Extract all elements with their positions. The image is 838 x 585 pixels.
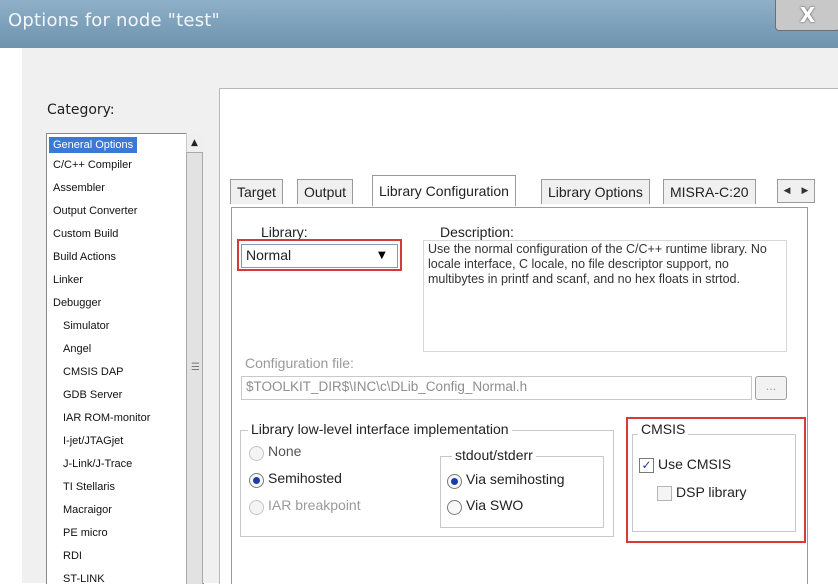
category-item-ti-stellaris[interactable]: TI Stellaris	[63, 481, 115, 493]
category-item-debugger[interactable]: Debugger	[53, 297, 101, 309]
category-label: Category:	[47, 102, 115, 118]
category-item-i-jet[interactable]: I-jet/JTAGjet	[63, 435, 123, 447]
stdout-group-title: stdout/stderr	[452, 447, 536, 463]
tab-misra-c[interactable]: MISRA-C:20	[663, 179, 756, 204]
config-file-field[interactable]: $TOOLKIT_DIR$\INC\c\DLib_Config_Normal.h	[241, 376, 752, 400]
window-title: Options for node "test"	[8, 10, 221, 31]
description-label: Description:	[440, 224, 514, 240]
radio-via-semihosting[interactable]	[447, 474, 462, 489]
category-item-angel[interactable]: Angel	[63, 343, 91, 355]
description-box: Use the normal configuration of the C/C+…	[423, 240, 787, 352]
tab-output[interactable]: Output	[297, 179, 354, 204]
category-item-j-link[interactable]: J-Link/J-Trace	[63, 458, 132, 470]
scroll-up-arrow-icon[interactable]: ▲	[186, 135, 203, 151]
tab-target[interactable]: Target	[230, 179, 283, 204]
radio-none[interactable]	[249, 446, 264, 461]
radio-semihosted-label: Semihosted	[268, 470, 342, 486]
category-item-iar-rom-monitor[interactable]: IAR ROM-monitor	[63, 412, 150, 424]
radio-via-semihosting-label: Via semihosting	[466, 471, 565, 487]
category-item-general-options[interactable]: General Options	[49, 137, 138, 153]
low-level-group-title: Library low-level interface implementati…	[248, 421, 512, 437]
category-list[interactable]: General Options C/C++ Compiler Assembler…	[46, 133, 204, 585]
category-item-linker[interactable]: Linker	[53, 274, 83, 286]
radio-semihosted[interactable]	[249, 473, 264, 488]
category-item-build-actions[interactable]: Build Actions	[53, 251, 116, 263]
category-item-st-link[interactable]: ST-LINK	[63, 573, 105, 585]
close-button[interactable]: X	[775, 0, 838, 31]
category-item-cmsis-dap[interactable]: CMSIS DAP	[63, 366, 124, 378]
radio-iar-breakpoint[interactable]	[249, 500, 264, 515]
config-file-label: Configuration file:	[245, 355, 354, 371]
library-label: Library:	[261, 224, 308, 240]
category-item-c-compiler[interactable]: C/C++ Compiler	[53, 159, 132, 171]
browse-button[interactable]: ...	[755, 376, 787, 400]
category-item-rdi[interactable]: RDI	[63, 550, 82, 562]
description-text: Use the normal configuration of the C/C+…	[428, 242, 767, 286]
category-item-gdb-server[interactable]: GDB Server	[63, 389, 122, 401]
scroll-grip-icon: ☰	[191, 362, 200, 373]
config-file-value: $TOOLKIT_DIR$\INC\c\DLib_Config_Normal.h	[246, 379, 528, 394]
radio-none-label: None	[268, 443, 302, 459]
tab-library-configuration[interactable]: Library Configuration	[372, 175, 516, 206]
stdout-group	[440, 456, 604, 528]
tab-library-options[interactable]: Library Options	[541, 179, 650, 204]
category-item-macraigor[interactable]: Macraigor	[63, 504, 112, 516]
tab-scroll-left-icon[interactable]: ◀	[784, 186, 791, 196]
library-highlight-box	[237, 239, 402, 271]
radio-via-swo-label: Via SWO	[466, 497, 524, 513]
close-icon: X	[799, 3, 816, 27]
category-item-assembler[interactable]: Assembler	[53, 182, 105, 194]
radio-via-swo[interactable]	[447, 500, 462, 515]
category-item-custom-build[interactable]: Custom Build	[53, 228, 118, 240]
category-item-output-converter[interactable]: Output Converter	[53, 205, 137, 217]
tab-scroll-arrows[interactable]: ◀ ▶	[777, 179, 815, 203]
category-item-simulator[interactable]: Simulator	[63, 320, 109, 332]
radio-iar-breakpoint-label: IAR breakpoint	[268, 497, 361, 513]
cmsis-highlight-box	[626, 417, 806, 543]
category-item-pe-micro[interactable]: PE micro	[63, 527, 108, 539]
tab-scroll-right-icon[interactable]: ▶	[802, 186, 809, 196]
